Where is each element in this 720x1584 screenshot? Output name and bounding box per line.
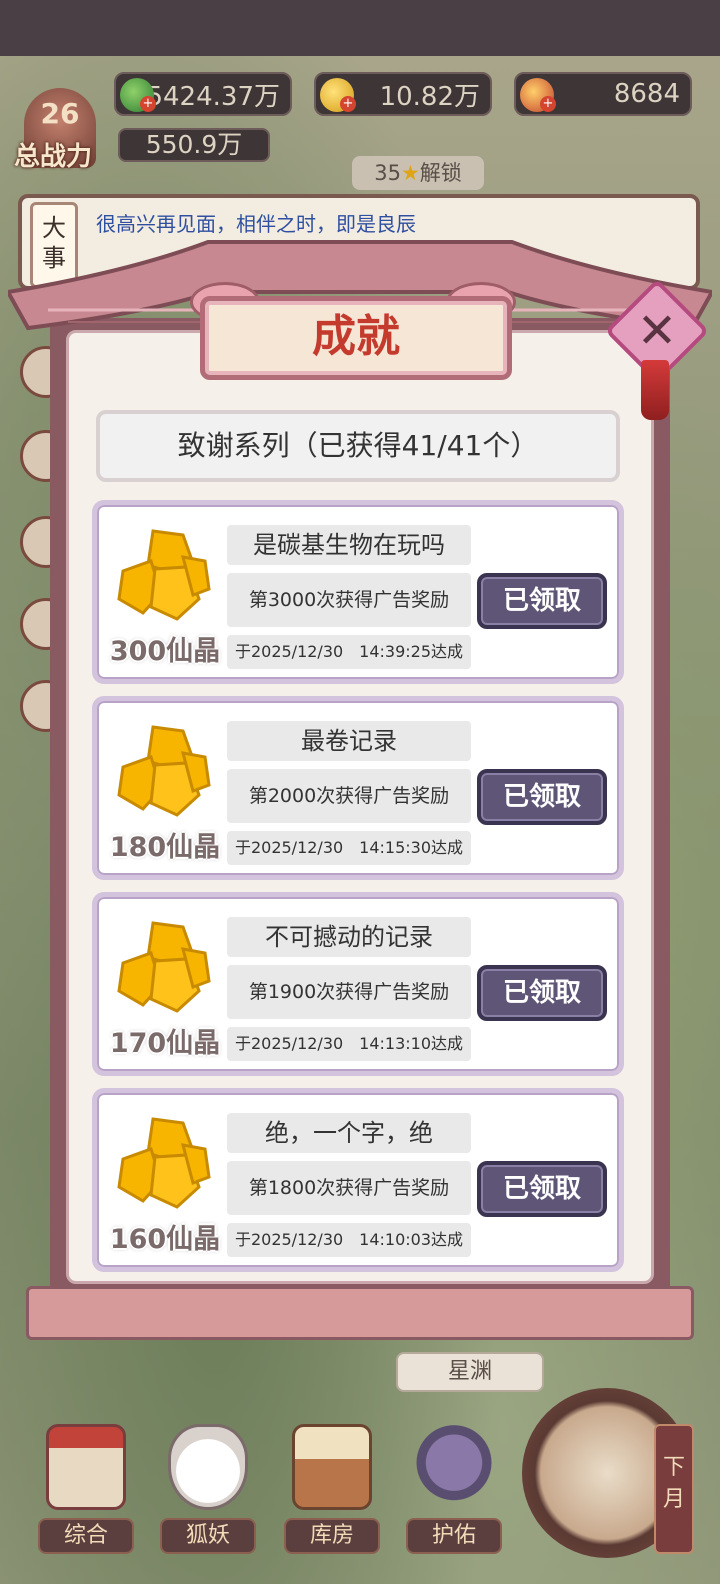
add-jade-icon[interactable]: + xyxy=(140,96,156,112)
achievement-title: 不可撼动的记录 xyxy=(227,917,471,957)
achievement-title: 最卷记录 xyxy=(227,721,471,761)
next-month-button[interactable]: 下月 xyxy=(654,1424,694,1554)
nav-storehouse[interactable] xyxy=(282,1424,382,1516)
fruit-resource[interactable]: + 8684 xyxy=(514,72,692,116)
gate-icon xyxy=(46,1424,126,1510)
nav-fox[interactable] xyxy=(158,1424,258,1516)
reward-amount: 180仙晶 xyxy=(109,832,221,863)
nav-general-label[interactable]: 综合 xyxy=(38,1518,134,1554)
achievement-card: 300仙晶 是碳基生物在玩吗 第3000次获得广告奖励 于2025/12/30 … xyxy=(92,500,624,684)
jade-value: 5424.37万 xyxy=(146,81,280,112)
achievement-date: 于2025/12/30 14:15:30达成 xyxy=(227,831,471,865)
next-month-label: 下月 xyxy=(662,1455,685,1512)
achievement-date: 于2025/12/30 14:10:03达成 xyxy=(227,1223,471,1257)
claimed-button[interactable]: 已领取 xyxy=(477,769,607,825)
crystal-icon xyxy=(117,529,211,621)
player-level: 26 xyxy=(40,97,80,130)
achievement-title: 是碳基生物在玩吗 xyxy=(227,525,471,565)
crystal-icon xyxy=(117,921,211,1013)
add-fruit-icon[interactable]: + xyxy=(540,96,556,112)
fox-mask-icon xyxy=(168,1424,248,1510)
nav-blessing[interactable] xyxy=(404,1424,504,1516)
reward-amount: 300仙晶 xyxy=(109,636,221,667)
power-value: 550.9万 xyxy=(118,128,270,162)
nav-blessing-label[interactable]: 护佑 xyxy=(406,1518,502,1554)
achievement-title: 绝，一个字，绝 xyxy=(227,1113,471,1153)
nav-storehouse-label[interactable]: 库房 xyxy=(284,1518,380,1554)
star-icon: ★ xyxy=(400,161,420,185)
achievement-card: 180仙晶 最卷记录 第2000次获得广告奖励 于2025/12/30 14:1… xyxy=(92,696,624,880)
fruit-value: 8684 xyxy=(613,79,680,109)
crystal-icon xyxy=(117,1117,211,1209)
achievement-card: 170仙晶 不可撼动的记录 第1900次获得广告奖励 于2025/12/30 1… xyxy=(92,892,624,1076)
claimed-button[interactable]: 已领取 xyxy=(477,1161,607,1217)
gold-value: 10.82万 xyxy=(379,81,480,112)
tassel-ornament xyxy=(641,360,669,420)
nav-fox-label[interactable]: 狐妖 xyxy=(160,1518,256,1554)
achievement-desc: 第1900次获得广告奖励 xyxy=(227,965,471,1019)
modal-title: 成就 xyxy=(200,296,512,380)
power-label: 总战力 xyxy=(14,142,93,172)
place-label[interactable]: 星渊 xyxy=(396,1352,544,1392)
achievement-desc: 第2000次获得广告奖励 xyxy=(227,769,471,823)
achievement-date: 于2025/12/30 14:13:10达成 xyxy=(227,1027,471,1061)
claimed-button[interactable]: 已领取 xyxy=(477,965,607,1021)
add-gold-icon[interactable]: + xyxy=(340,96,356,112)
status-bar-area xyxy=(0,0,720,56)
jade-resource[interactable]: + 5424.37万 xyxy=(114,72,292,116)
achievement-date: 于2025/12/30 14:39:25达成 xyxy=(227,635,471,669)
claimed-button[interactable]: 已领取 xyxy=(477,573,607,629)
reward-amount: 170仙晶 xyxy=(109,1028,221,1059)
modal-base xyxy=(26,1286,694,1340)
unlock-requirement: 35★解锁 xyxy=(352,156,484,190)
gold-resource[interactable]: + 10.82万 xyxy=(314,72,492,116)
unlock-stars: 35 xyxy=(374,161,401,185)
achievement-desc: 第3000次获得广告奖励 xyxy=(227,573,471,627)
achievement-desc: 第1800次获得广告奖励 xyxy=(227,1161,471,1215)
storehouse-icon xyxy=(292,1424,372,1510)
nav-general[interactable] xyxy=(36,1424,136,1516)
lotus-icon xyxy=(414,1424,494,1510)
achievement-card: 160仙晶 绝，一个字，绝 第1800次获得广告奖励 于2025/12/30 1… xyxy=(92,1088,624,1272)
close-icon[interactable]: ✕ xyxy=(620,294,694,368)
crystal-icon xyxy=(117,725,211,817)
series-header: 致谢系列（已获得41/41个） xyxy=(96,410,620,482)
unlock-label: 解锁 xyxy=(419,161,462,185)
reward-amount: 160仙晶 xyxy=(109,1224,221,1255)
